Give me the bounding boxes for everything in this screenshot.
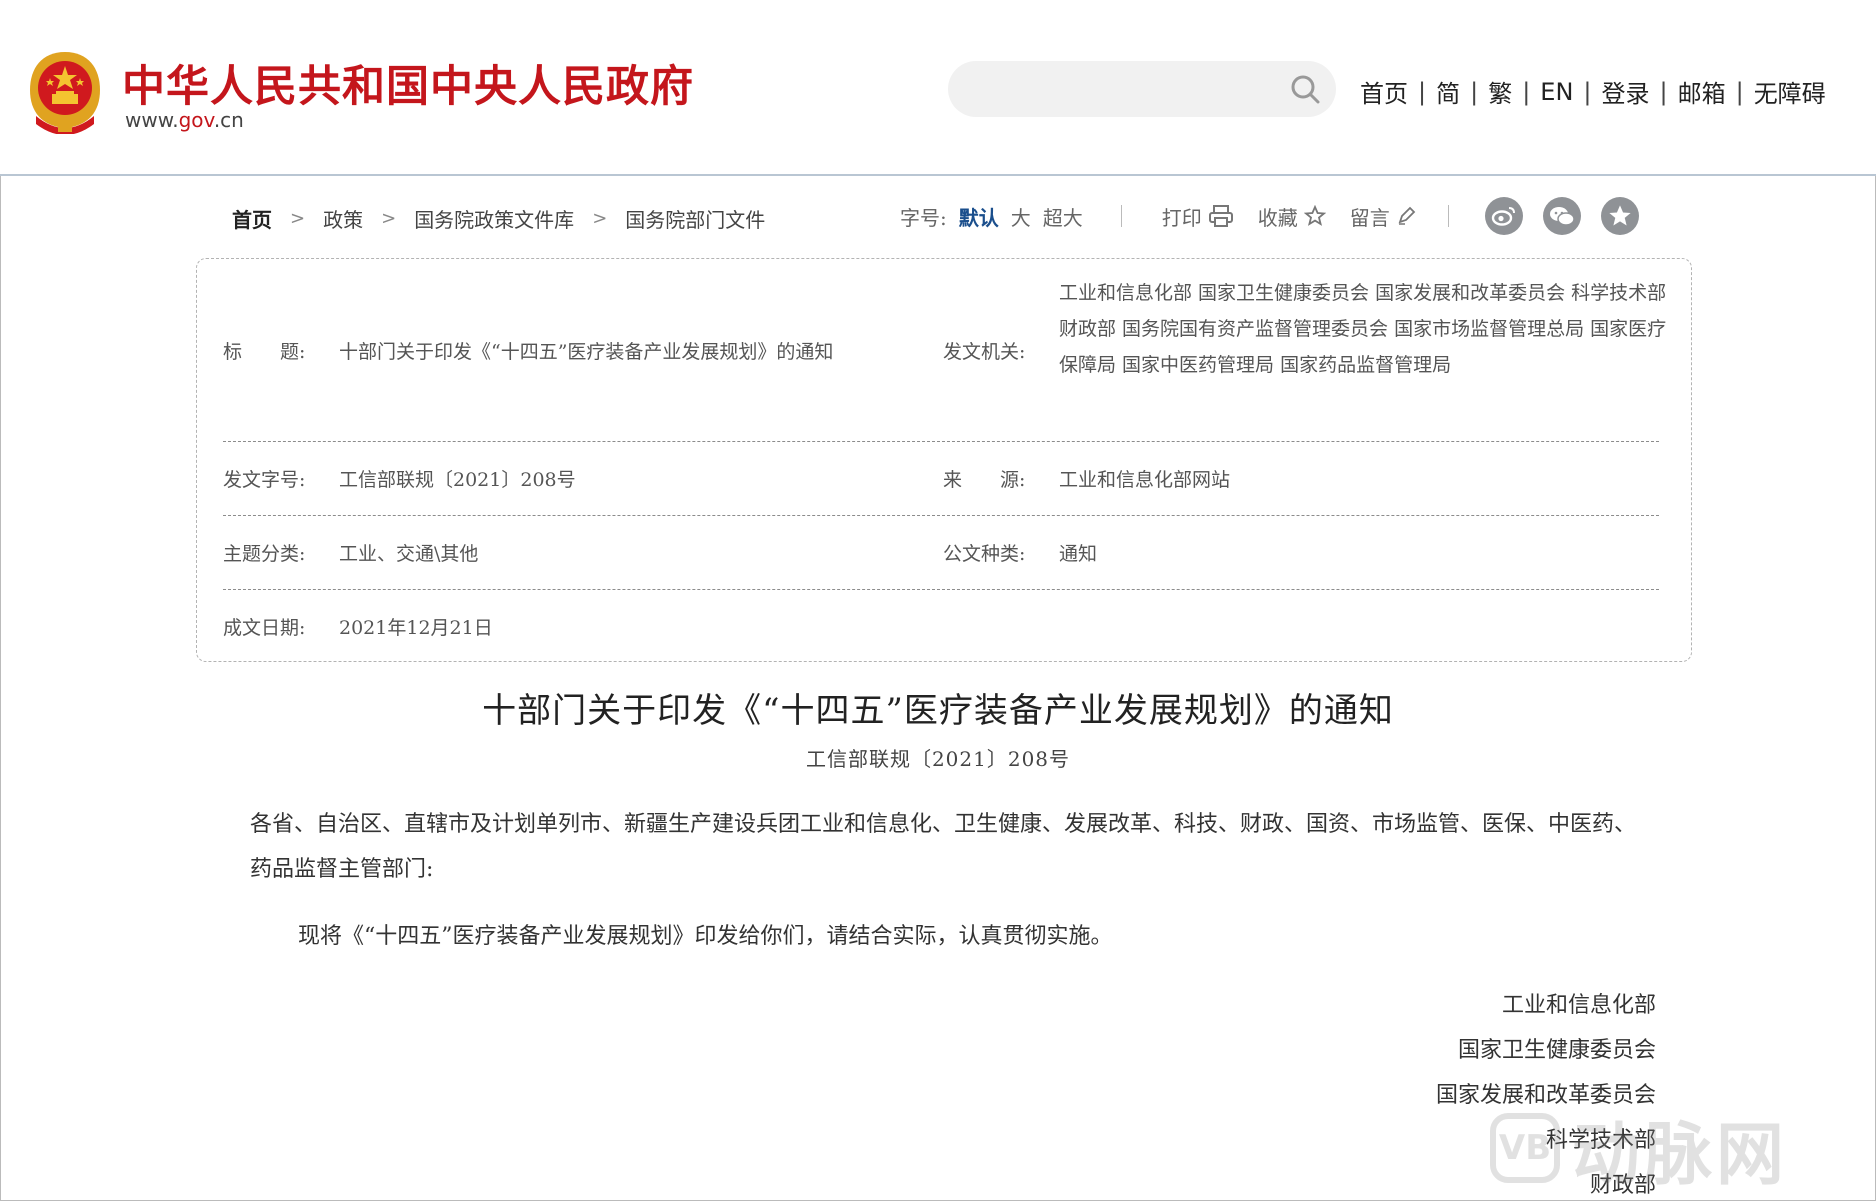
site-url: www.gov.cn	[125, 108, 244, 132]
site-header: 中华人民共和国中央人民政府 www.gov.cn 首页 | 简 | 繁 | EN | 登…	[0, 0, 1876, 176]
chevron-right-icon: >	[381, 208, 397, 229]
star-outline-icon	[1303, 205, 1326, 226]
issuer-label: 发文机关:	[943, 341, 1026, 363]
font-size-xlarge[interactable]: 超大	[1043, 202, 1083, 231]
source-label: 来 源:	[943, 469, 1026, 491]
docno-label: 发文字号:	[223, 469, 306, 491]
top-nav: 首页 | 简 | 繁 | EN | 登录 | 邮箱 | 无障碍	[1360, 74, 1826, 109]
date-value: 2021年12月21日	[339, 617, 493, 639]
favorite-label: 收藏	[1257, 205, 1298, 230]
font-size-large[interactable]: 大	[1011, 202, 1031, 231]
nav-accessibility[interactable]: 无障碍	[1754, 74, 1826, 109]
toolbar-divider	[1447, 205, 1449, 227]
nav-login[interactable]: 登录	[1602, 74, 1650, 109]
breadcrumb-policy-library[interactable]: 国务院政策文件库	[414, 204, 574, 233]
article-toolbar: 字号: 默认 大 超大 打印 收藏 留言	[900, 197, 1659, 235]
article-doc-number: 工信部联规〔2021〕208号	[805, 747, 1071, 771]
wechat-icon[interactable]	[1542, 197, 1581, 235]
document-info-box: 标 题: 十部门关于印发《“十四五”医疗装备产业发展规划》的通知 发文机关: 工…	[196, 258, 1692, 662]
nav-english[interactable]: EN	[1540, 78, 1573, 106]
chevron-right-icon: >	[290, 208, 306, 229]
info-row-date: 成文日期: 2021年12月21日	[223, 589, 1659, 661]
date-label: 成文日期:	[223, 617, 306, 639]
source-value: 工业和信息化部网站	[1059, 469, 1231, 491]
watermark-text: 动脉网	[1572, 1115, 1789, 1195]
printer-icon	[1208, 205, 1233, 227]
font-size-default[interactable]: 默认	[959, 202, 999, 231]
watermark: VB 动脉网	[1490, 1100, 1788, 1196]
search-input[interactable]	[948, 61, 1336, 117]
national-emblem-icon[interactable]	[28, 50, 102, 134]
breadcrumb-home[interactable]: 首页	[232, 204, 272, 233]
signatory: 工业和信息化部	[1501, 993, 1656, 1018]
comment-label: 留言	[1349, 205, 1390, 230]
info-row-title: 标 题: 十部门关于印发《“十四五”医疗装备产业发展规划》的通知 发文机关: 工…	[223, 259, 1666, 442]
favorite-button[interactable]: 收藏	[1258, 202, 1326, 231]
comment-button[interactable]: 留言	[1350, 202, 1416, 231]
toolbar-divider	[1120, 205, 1122, 227]
chevron-right-icon: >	[592, 208, 608, 229]
category-value: 工业、交通\其他	[339, 543, 479, 565]
category-label: 主题分类:	[223, 543, 306, 565]
article-body: 现将《“十四五”医疗装备产业发展规划》印发给你们，请结合实际，认真贯彻实施。	[298, 924, 1113, 949]
title-value: 十部门关于印发《“十四五”医疗装备产业发展规划》的通知	[339, 341, 834, 363]
nav-simplified[interactable]: 简	[1436, 74, 1460, 109]
watermark-logo-icon: VB	[1490, 1113, 1560, 1183]
title-label: 标 题:	[223, 341, 306, 363]
signatory: 国家卫生健康委员会	[1457, 1038, 1656, 1063]
doctype-label: 公文种类:	[943, 543, 1026, 565]
print-button[interactable]: 打印	[1162, 202, 1234, 231]
info-row-docno: 发文字号: 工信部联规〔2021〕208号 来 源: 工业和信息化部网站	[223, 441, 1659, 516]
article-title: 十部门关于印发《“十四五”医疗装备产业发展规划》的通知	[482, 691, 1394, 731]
search-icon[interactable]	[1290, 74, 1320, 104]
print-label: 打印	[1161, 205, 1202, 230]
weibo-icon[interactable]	[1484, 197, 1523, 235]
article-recipients: 各省、自治区、直辖市及计划单列市、新疆生产建设兵团工业和信息化、卫生健康、发展改…	[250, 812, 1637, 882]
issuer-value: 工业和信息化部 国家卫生健康委员会 国家发展和改革委员会 科学技术部 财政部 国…	[1059, 282, 1667, 376]
docno-value: 工信部联规〔2021〕208号	[339, 469, 576, 491]
info-row-category: 主题分类: 工业、交通\其他 公文种类: 通知	[223, 515, 1659, 590]
nav-mailbox[interactable]: 邮箱	[1678, 74, 1726, 109]
doctype-value: 通知	[1059, 543, 1098, 565]
font-size-label: 字号:	[900, 205, 947, 230]
favorite-star-icon[interactable]	[1600, 197, 1639, 235]
breadcrumb-department-docs[interactable]: 国务院部门文件	[625, 204, 765, 233]
pencil-icon	[1398, 206, 1416, 225]
breadcrumb: 首页 > 政策 > 国务院政策文件库 > 国务院部门文件	[232, 204, 765, 233]
breadcrumb-policy[interactable]: 政策	[323, 204, 363, 233]
nav-home[interactable]: 首页	[1360, 74, 1408, 109]
nav-traditional[interactable]: 繁	[1488, 74, 1512, 109]
site-title[interactable]: 中华人民共和国中央人民政府	[122, 52, 694, 114]
